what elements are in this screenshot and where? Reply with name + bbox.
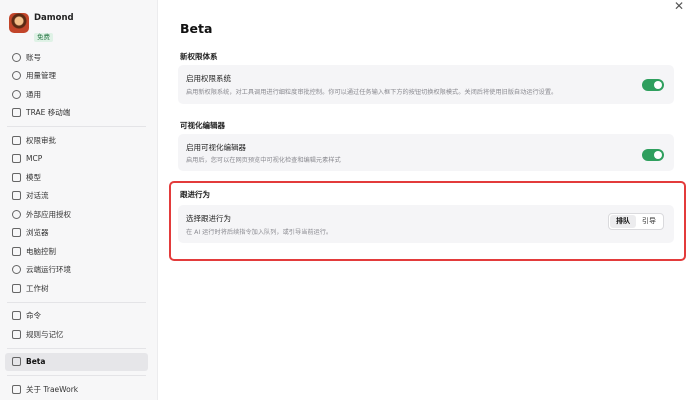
sidebar-item-account[interactable]: 账号 bbox=[5, 48, 148, 67]
sidebar-item-label: TRAE 移动端 bbox=[26, 108, 71, 118]
divider bbox=[7, 347, 146, 349]
cloud-icon bbox=[12, 265, 21, 275]
terminal-icon bbox=[12, 311, 21, 321]
divider bbox=[7, 301, 146, 303]
card-title: 启用可视化编辑器 bbox=[186, 143, 246, 152]
info-icon bbox=[12, 384, 21, 394]
mcp-icon bbox=[12, 154, 21, 164]
sidebar-item-label: 电脑控制 bbox=[26, 246, 56, 256]
sidebar-item-label: 云端运行环境 bbox=[26, 265, 71, 275]
gear-icon bbox=[12, 89, 21, 99]
monitor-icon bbox=[12, 246, 21, 256]
sidebar-item-label: 权限审批 bbox=[26, 135, 56, 145]
sidebar-item-label: 通用 bbox=[26, 89, 41, 99]
sidebar-item-label: 命令 bbox=[26, 311, 41, 321]
section-title-permission: 新权限体系 bbox=[180, 52, 218, 61]
avatar bbox=[9, 13, 29, 33]
sidebar: Damond 免费 账号 用量管理 通用 TRAE 移动端 权限审批 MCP 模… bbox=[0, 0, 158, 400]
section-title-visual-editor: 可视化编辑器 bbox=[180, 121, 225, 130]
sidebar-item-general[interactable]: 通用 bbox=[5, 85, 148, 104]
sidebar-item-beta[interactable]: Beta bbox=[5, 352, 148, 371]
toggle-knob bbox=[654, 151, 662, 159]
sidebar-item-models[interactable]: 模型 bbox=[5, 168, 148, 187]
highlight-annotation bbox=[169, 181, 686, 261]
user-circle-icon bbox=[12, 52, 21, 62]
visual-editor-toggle[interactable] bbox=[642, 149, 664, 161]
cube-icon bbox=[12, 172, 21, 182]
sidebar-item-label: 浏览器 bbox=[26, 228, 49, 238]
sidebar-item-browser[interactable]: 浏览器 bbox=[5, 224, 148, 243]
permission-card: 启用权限系统 启用新权限系统，对工具调用进行细粒度审批控制。你可以通过任务输入框… bbox=[178, 65, 674, 104]
card-title: 启用权限系统 bbox=[186, 74, 231, 83]
sidebar-item-mcp[interactable]: MCP bbox=[5, 150, 148, 169]
browser-icon bbox=[12, 228, 21, 238]
sidebar-item-label: MCP bbox=[26, 154, 43, 164]
chat-icon bbox=[12, 191, 21, 201]
toggle-knob bbox=[654, 81, 662, 89]
sidebar-item-label: 模型 bbox=[26, 172, 41, 182]
sidebar-item-external-auth[interactable]: 外部应用授权 bbox=[5, 205, 148, 224]
sidebar-item-label: 外部应用授权 bbox=[26, 209, 71, 219]
sidebar-item-label: Beta bbox=[26, 357, 46, 367]
lock-icon bbox=[12, 135, 21, 145]
sidebar-item-label: 工作树 bbox=[26, 283, 49, 293]
sidebar-item-computer-control[interactable]: 电脑控制 bbox=[5, 242, 148, 261]
user-name: Damond bbox=[34, 13, 74, 23]
page-title: Beta bbox=[180, 21, 213, 36]
beta-icon bbox=[12, 357, 21, 367]
book-icon bbox=[12, 329, 21, 339]
sidebar-item-label: 对话流 bbox=[26, 191, 49, 201]
sidebar-item-rules-memory[interactable]: 规则与记忆 bbox=[5, 325, 148, 344]
sidebar-item-worktree[interactable]: 工作树 bbox=[5, 279, 148, 298]
card-description: 启用新权限系统，对工具调用进行细粒度审批控制。你可以通过任务输入框下方的按钮切换… bbox=[186, 89, 558, 96]
key-icon bbox=[12, 209, 21, 219]
card-description: 启用后，您可以在网页预览中可视化检查和编辑元素样式 bbox=[186, 157, 341, 164]
sidebar-item-permissions[interactable]: 权限审批 bbox=[5, 131, 148, 150]
gauge-icon bbox=[12, 71, 21, 81]
sidebar-item-commands[interactable]: 命令 bbox=[5, 307, 148, 326]
sidebar-item-label: 账号 bbox=[26, 52, 41, 62]
mobile-icon bbox=[12, 108, 21, 118]
sidebar-item-dialog-flow[interactable]: 对话流 bbox=[5, 187, 148, 206]
visual-editor-card: 启用可视化编辑器 启用后，您可以在网页预览中可视化检查和编辑元素样式 bbox=[178, 134, 674, 171]
sidebar-item-label: 规则与记忆 bbox=[26, 329, 64, 339]
divider bbox=[7, 375, 146, 376]
close-icon[interactable]: ✕ bbox=[674, 0, 684, 12]
sidebar-item-label: 关于 TraeWork bbox=[26, 384, 79, 394]
main-panel: ✕ Beta 新权限体系 启用权限系统 启用新权限系统，对工具调用进行细粒度审批… bbox=[158, 0, 690, 400]
divider bbox=[7, 126, 146, 127]
sidebar-item-mobile[interactable]: TRAE 移动端 bbox=[5, 104, 148, 123]
tree-icon bbox=[12, 283, 21, 293]
sidebar-item-about[interactable]: 关于 TraeWork bbox=[5, 380, 148, 399]
sidebar-item-usage[interactable]: 用量管理 bbox=[5, 67, 148, 86]
permission-toggle[interactable] bbox=[642, 79, 664, 91]
user-profile[interactable]: Damond 免费 bbox=[9, 13, 74, 43]
sidebar-item-cloud-env[interactable]: 云端运行环境 bbox=[5, 261, 148, 280]
sidebar-item-label: 用量管理 bbox=[26, 71, 56, 81]
sidebar-nav: 账号 用量管理 通用 TRAE 移动端 权限审批 MCP 模型 对话流 外部应用… bbox=[5, 48, 148, 399]
plan-badge: 免费 bbox=[34, 33, 53, 42]
